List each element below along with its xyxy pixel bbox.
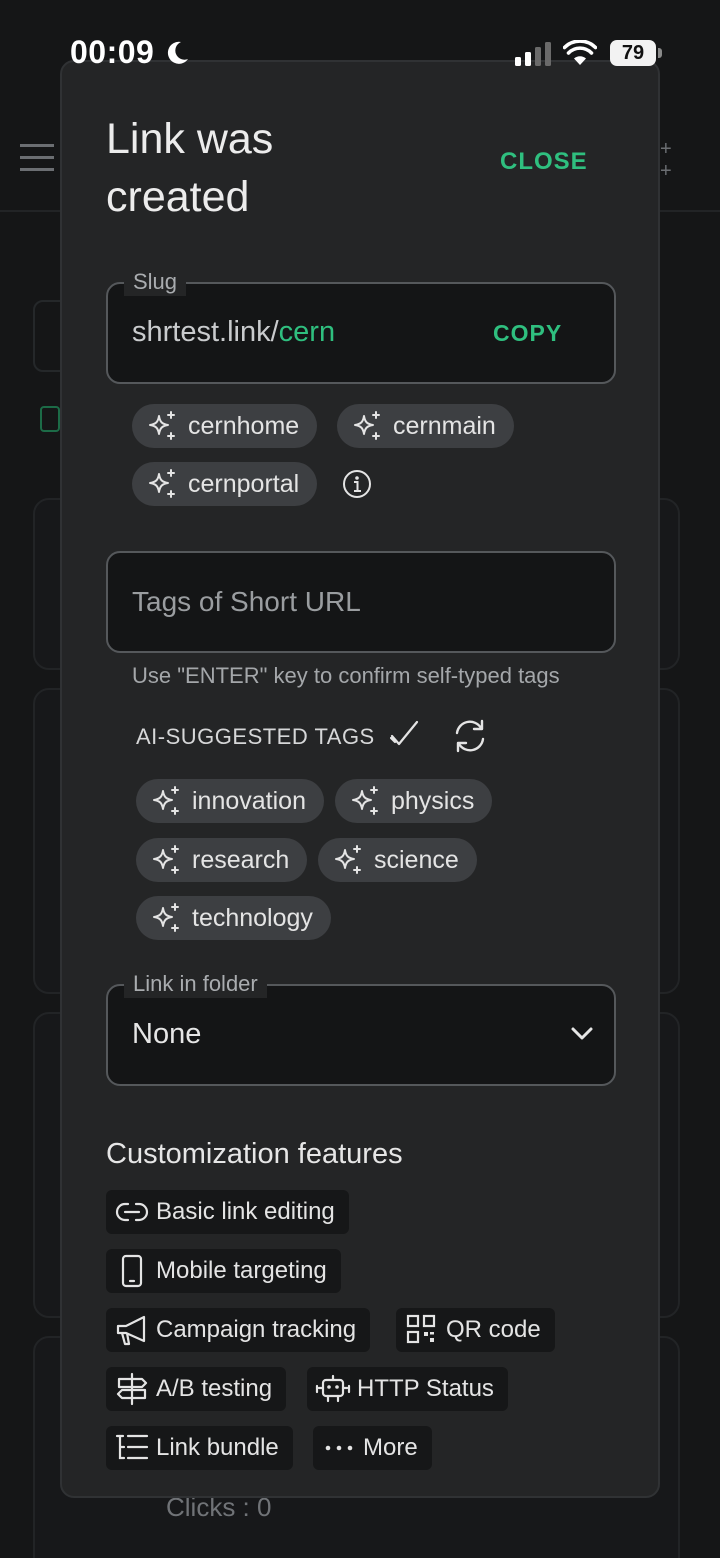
copy-button[interactable]: COPY [493,320,562,347]
feature-ab-testing[interactable]: A/B testing [106,1367,287,1411]
close-button[interactable]: CLOSE [500,148,588,176]
menu-icon [20,144,54,171]
folder-select-label: Link in folder [124,970,267,998]
list-tree-icon [115,1434,149,1460]
feature-label: More [363,1434,418,1461]
battery-level: 79 [621,42,645,64]
tag-suggestion-chip[interactable]: physics [335,779,493,823]
feature-qr-code[interactable]: QR code [396,1308,555,1352]
sparkle-icon [153,903,179,932]
info-icon[interactable] [342,469,372,499]
tags-field[interactable] [106,551,616,653]
slug-suggestion-chip[interactable]: cernhome [132,404,318,448]
slug-text: cern [278,316,336,348]
slug-domain: shrtest.link/ [132,316,279,348]
tag-suggestion-chip[interactable]: science [318,838,477,882]
moon-icon [167,41,188,64]
feature-label: A/B testing [156,1375,273,1402]
signpost-icon [116,1372,148,1406]
slug-value: shrtest.link/cern [132,316,335,349]
link-icon [115,1202,149,1222]
folder-select-value: None [132,1018,202,1050]
link-created-dialog: Link was created CLOSE Slug shrtest.link… [60,60,660,1498]
battery-indicator: 79 [610,40,656,66]
robot-icon [315,1374,351,1403]
folder-select[interactable]: Link in folder None [106,970,616,1086]
megaphone-icon [116,1315,146,1346]
slug-suggestion-chip[interactable]: cernmain [337,404,514,448]
cellular-signal-icon [515,42,551,66]
ai-suggested-tags-label: AI-SUGGESTED TAGS [136,724,375,749]
chip-label: technology [192,903,313,932]
chip-label: cernmain [393,411,496,440]
mobile-icon [121,1254,143,1288]
wifi-icon [563,40,597,65]
feature-label: Campaign tracking [156,1316,357,1343]
slug-suggestion-chip[interactable]: cernportal [132,462,318,506]
battery-tip [658,48,662,58]
chip-label: research [192,845,290,874]
sparkle-icon [153,845,179,874]
chip-label: cernhome [188,411,300,440]
background-plus-icon: + + [660,138,672,182]
feature-label: Basic link editing [156,1198,335,1225]
dialog-title: Link was created [106,115,274,221]
feature-basic-link-editing[interactable]: Basic link editing [106,1190,349,1234]
status-bar: 00:09 79 [0,0,720,100]
sparkle-icon [149,411,175,440]
feature-link-bundle[interactable]: Link bundle [106,1426,293,1470]
qr-code-icon [406,1314,436,1344]
chevron-down-icon [571,1027,593,1040]
refresh-icon[interactable] [452,718,488,754]
customization-title: Customization features [106,1138,403,1170]
sparkle-icon [352,786,378,815]
ellipsis-icon [325,1445,353,1451]
feature-campaign-tracking[interactable]: Campaign tracking [106,1308,371,1352]
tag-suggestion-chip[interactable]: research [136,838,308,882]
slug-field[interactable]: Slug shrtest.link/cern COPY [106,268,616,384]
sparkle-icon [354,411,380,440]
double-check-icon[interactable] [390,720,420,750]
chip-label: cernportal [188,469,300,498]
tags-helper-text: Use "ENTER" key to confirm self-typed ta… [132,663,560,688]
background-checkbox [40,406,60,432]
feature-more[interactable]: More [313,1426,432,1470]
tags-input[interactable] [108,553,614,651]
feature-label: HTTP Status [357,1375,494,1402]
feature-label: Mobile targeting [156,1257,327,1284]
feature-label: Link bundle [156,1434,279,1461]
chip-label: physics [391,786,475,815]
status-time: 00:09 [70,34,155,70]
sparkle-icon [153,786,179,815]
feature-mobile-targeting[interactable]: Mobile targeting [106,1249,341,1293]
chip-label: science [374,845,459,874]
sparkle-icon [149,469,175,498]
chip-label: innovation [192,786,306,815]
tag-suggestion-chip[interactable]: innovation [136,779,324,823]
tag-suggestion-chip[interactable]: technology [136,896,331,940]
sparkle-icon [335,845,361,874]
feature-http-status[interactable]: HTTP Status [307,1367,508,1411]
slug-field-label: Slug [124,268,187,296]
screen: 00:09 79 + + Clicks : 0 Link was created… [0,0,720,1558]
feature-label: QR code [446,1316,541,1343]
